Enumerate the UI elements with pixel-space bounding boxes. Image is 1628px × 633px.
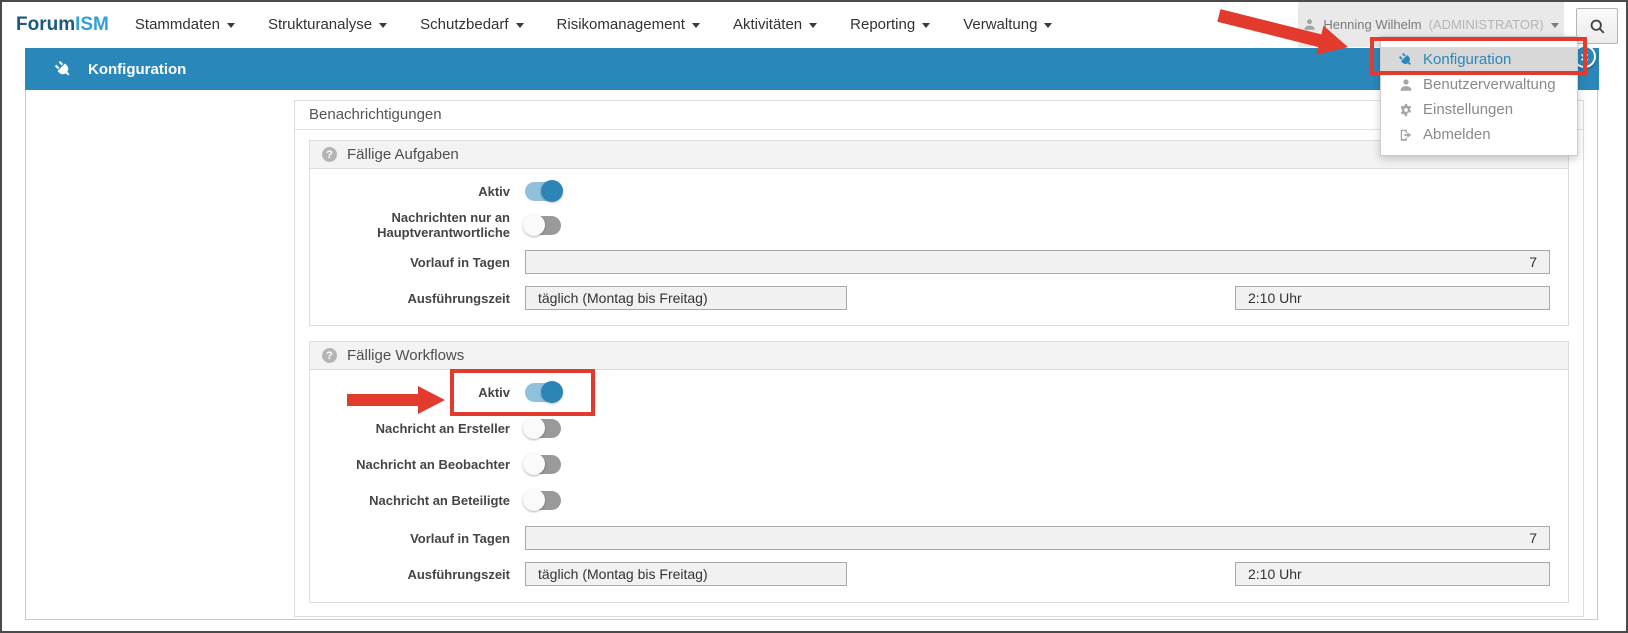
menu-item-strukturanalyse[interactable]: Strukturanalyse — [268, 16, 387, 33]
chevron-down-icon — [692, 23, 700, 28]
user-dropdown-menu: Konfiguration Benutzerverwaltung Einstel… — [1380, 36, 1578, 156]
user-icon — [1398, 78, 1414, 92]
ausfuehrungszeit-row: Ausführungszeit täglich (Montag bis Frei… — [310, 562, 1568, 586]
toggle-knob — [541, 180, 563, 202]
ausfuehrungszeit-row: Ausführungszeit täglich (Montag bis Frei… — [310, 286, 1568, 310]
toggle-row-aktiv: Aktiv — [310, 379, 1568, 405]
menu-item-benutzerverwaltung[interactable]: Benutzerverwaltung — [1381, 72, 1577, 97]
brand-part1: Forum — [16, 14, 75, 35]
brand-part2: ISM — [75, 14, 109, 35]
chevron-down-icon — [227, 23, 235, 28]
menu-item-label: Einstellungen — [1423, 101, 1513, 118]
menu-item-risikomanagement[interactable]: Risikomanagement — [557, 16, 700, 33]
vorlauf-in-tagen-field[interactable]: 7 — [525, 526, 1550, 550]
menu-item-reporting[interactable]: Reporting — [850, 16, 930, 33]
hauptverantwortliche-toggle[interactable] — [525, 216, 561, 235]
toggle-knob — [523, 453, 545, 475]
user-name: Henning Wilhelm — [1323, 17, 1421, 32]
toggle-row-beteiligte: Nachricht an Beteiligte — [310, 487, 1568, 513]
help-icon[interactable]: ? — [322, 147, 337, 162]
search-button[interactable] — [1576, 8, 1618, 44]
group-title: Fällige Aufgaben — [347, 146, 459, 163]
notifications-panel: Benachrichtigungen ? Fällige Aufgaben Ak… — [294, 100, 1584, 617]
gear-icon — [1398, 103, 1414, 117]
menu-item-abmelden[interactable]: Abmelden — [1381, 122, 1577, 147]
schedule-field[interactable]: täglich (Montag bis Freitag) — [525, 562, 847, 586]
aktiv-toggle[interactable] — [525, 182, 561, 201]
menu-label: Stammdaten — [135, 16, 220, 33]
group-title: Fällige Workflows — [347, 347, 464, 364]
menu-item-label: Konfiguration — [1423, 51, 1511, 68]
aktiv-toggle[interactable] — [525, 383, 561, 402]
group-faellige-workflows: ? Fällige Workflows Aktiv Nachricht an E… — [309, 341, 1569, 603]
time-field[interactable]: 2:10 Uhr — [1235, 286, 1550, 310]
menu-item-einstellungen[interactable]: Einstellungen — [1381, 97, 1577, 122]
field-label: Vorlauf in Tagen — [310, 255, 510, 270]
field-label: Ausführungszeit — [310, 291, 510, 306]
main-menu: Stammdaten Strukturanalyse Schutzbedarf … — [135, 16, 1053, 33]
toggle-label: Nachricht an Ersteller — [310, 421, 510, 436]
menu-item-konfiguration[interactable]: Konfiguration — [1381, 47, 1577, 72]
toggle-row-hauptverantwortliche: Nachrichten nur an Hauptverantwortliche — [310, 210, 1568, 240]
menu-label: Schutzbedarf — [420, 16, 508, 33]
toggle-label: Aktiv — [310, 184, 510, 199]
toggle-knob — [523, 417, 545, 439]
menu-item-label: Abmelden — [1423, 126, 1491, 143]
menu-label: Strukturanalyse — [268, 16, 372, 33]
configuration-panel: Konfiguration × Benachrichtigungen ? Fäl… — [25, 48, 1598, 620]
sign-out-icon — [1398, 128, 1414, 142]
toggle-label: Nachricht an Beobachter — [310, 457, 510, 472]
menu-label: Verwaltung — [963, 16, 1037, 33]
field-label: Vorlauf in Tagen — [310, 531, 510, 546]
chevron-down-icon — [809, 23, 817, 28]
time-field[interactable]: 2:10 Uhr — [1235, 562, 1550, 586]
ersteller-toggle[interactable] — [525, 419, 561, 438]
toggle-label: Nachricht an Beteiligte — [310, 493, 510, 508]
app-window: ForumISM Stammdaten Strukturanalyse Schu… — [0, 0, 1628, 633]
field-label: Ausführungszeit — [310, 567, 510, 582]
search-icon — [1589, 18, 1606, 35]
user-role: (ADMINISTRATOR) — [1429, 17, 1544, 32]
user-icon — [1303, 18, 1316, 31]
menu-item-schutzbedarf[interactable]: Schutzbedarf — [420, 16, 523, 33]
menu-label: Reporting — [850, 16, 915, 33]
beteiligte-toggle[interactable] — [525, 491, 561, 510]
vorlauf-row: Vorlauf in Tagen 7 — [310, 526, 1568, 550]
help-icon[interactable]: ? — [322, 348, 337, 363]
chevron-down-icon — [379, 23, 387, 28]
vorlauf-in-tagen-field[interactable]: 7 — [525, 250, 1550, 274]
chevron-down-icon — [1044, 23, 1052, 28]
vorlauf-row: Vorlauf in Tagen 7 — [310, 250, 1568, 274]
toggle-label: Aktiv — [310, 385, 510, 400]
menu-item-verwaltung[interactable]: Verwaltung — [963, 16, 1052, 33]
toggle-knob — [523, 214, 545, 236]
toggle-knob — [523, 489, 545, 511]
menu-label: Risikomanagement — [557, 16, 685, 33]
menu-item-label: Benutzerverwaltung — [1423, 76, 1556, 93]
group-header: ? Fällige Workflows — [310, 342, 1568, 370]
toggle-label: Nachrichten nur an Hauptverantwortliche — [310, 210, 510, 240]
schedule-field[interactable]: täglich (Montag bis Freitag) — [525, 286, 847, 310]
menu-label: Aktivitäten — [733, 16, 802, 33]
brand-logo[interactable]: ForumISM — [16, 14, 109, 36]
chevron-down-icon — [1551, 23, 1559, 28]
panel-header-bar: Konfiguration × — [25, 48, 1599, 90]
toggle-row-beobachter: Nachricht an Beobachter — [310, 451, 1568, 477]
beobachter-toggle[interactable] — [525, 455, 561, 474]
menu-item-stammdaten[interactable]: Stammdaten — [135, 16, 235, 33]
group-faellige-aufgaben: ? Fällige Aufgaben Aktiv Nachrichten nur… — [309, 140, 1569, 326]
panel-title: Konfiguration — [88, 61, 186, 78]
plug-icon — [1395, 49, 1416, 70]
chevron-down-icon — [922, 23, 930, 28]
toggle-row-ersteller: Nachricht an Ersteller — [310, 415, 1568, 441]
plug-icon — [51, 57, 75, 81]
menu-item-aktivitaeten[interactable]: Aktivitäten — [733, 16, 817, 33]
chevron-down-icon — [516, 23, 524, 28]
toggle-row-aktiv: Aktiv — [310, 178, 1568, 204]
toggle-knob — [541, 381, 563, 403]
